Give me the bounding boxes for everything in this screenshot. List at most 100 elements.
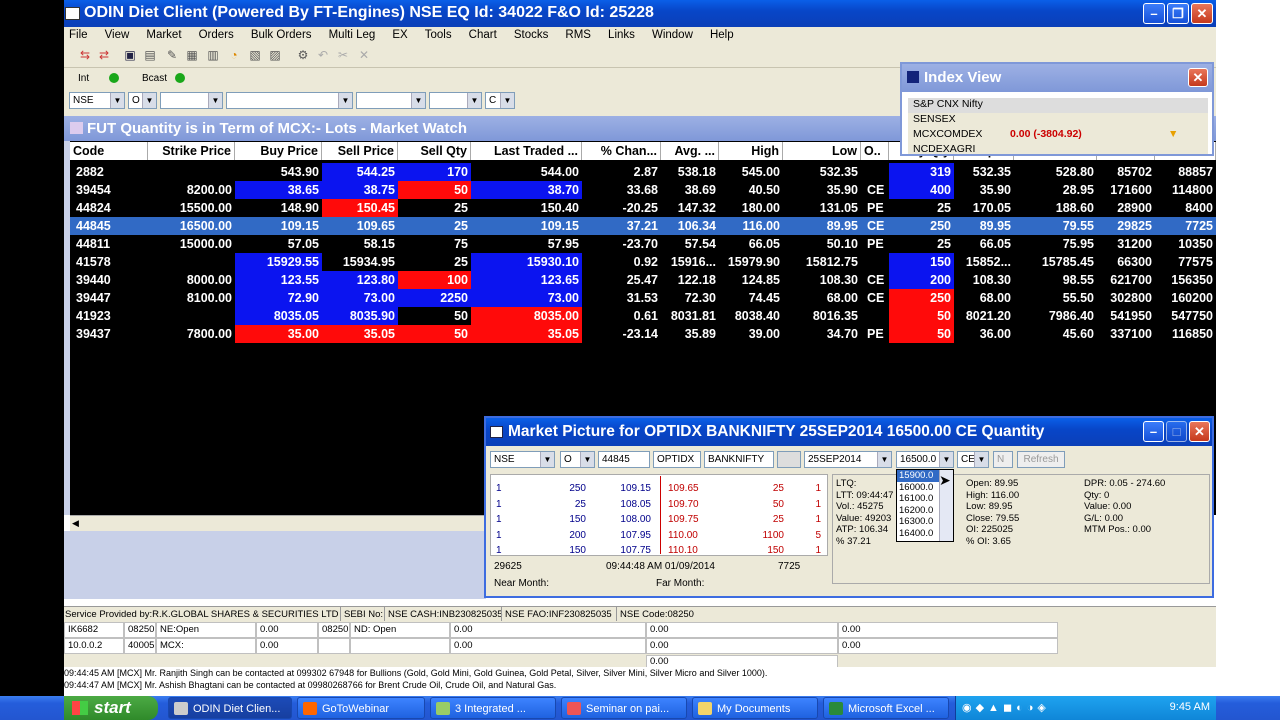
market-watch-cell[interactable]: 39447 xyxy=(70,289,148,307)
market-watch-cell[interactable]: 35.00 xyxy=(235,325,322,343)
bid-cell[interactable]: 1 xyxy=(496,528,516,543)
market-watch-cell[interactable]: 44845 xyxy=(70,217,148,235)
menu-chart[interactable]: Chart xyxy=(469,29,497,41)
market-watch-cell[interactable]: 15934.95 xyxy=(322,253,398,271)
market-watch-cell[interactable]: 39.00 xyxy=(719,325,783,343)
market-watch-cell[interactable]: 0.92 xyxy=(582,253,661,271)
market-watch-cell[interactable]: 100 xyxy=(398,271,471,289)
market-watch-cell[interactable]: 34.70 xyxy=(783,325,861,343)
index-row[interactable]: S&P CNX Nifty xyxy=(908,98,1208,113)
market-watch-cell[interactable]: 79.55 xyxy=(1014,217,1097,235)
market-watch-cell[interactable]: 8000.00 xyxy=(148,271,235,289)
market-watch-cell[interactable]: 8035.00 xyxy=(471,307,582,325)
market-watch-cell[interactable]: 89.95 xyxy=(954,217,1014,235)
market-watch-cell[interactable]: 400 xyxy=(889,181,954,199)
market-watch-cell[interactable]: 28.95 xyxy=(1014,181,1097,199)
col-buy-price[interactable]: Buy Price xyxy=(235,142,322,160)
market-watch-cell[interactable]: 98.55 xyxy=(1014,271,1097,289)
market-watch-cell[interactable]: 44811 xyxy=(70,235,148,253)
market-watch-cell[interactable]: 15000.00 xyxy=(148,235,235,253)
bid-cell[interactable]: 1 xyxy=(496,497,516,512)
market-watch-cell[interactable]: 40.50 xyxy=(719,181,783,199)
market-watch-cell[interactable]: 538.18 xyxy=(661,163,719,181)
index-row[interactable]: MCXCOMDEX 0.00 (-3804.92) ▼ xyxy=(908,128,1208,143)
market-watch-cell[interactable]: 15916... xyxy=(661,253,719,271)
market-watch-cell[interactable]: 15979.90 xyxy=(719,253,783,271)
bid-cell[interactable]: 1 xyxy=(496,481,516,496)
bid-cell[interactable]: 25 xyxy=(541,497,586,512)
col-last-traded[interactable]: Last Traded ... xyxy=(471,142,582,160)
bid-cell[interactable]: 107.95 xyxy=(596,528,651,543)
market-watch-cell[interactable]: 72.90 xyxy=(235,289,322,307)
market-watch-cell[interactable]: PE xyxy=(861,199,889,217)
start-button[interactable]: start xyxy=(64,696,158,720)
menu-file[interactable]: File xyxy=(69,29,88,41)
market-watch-cell[interactable]: 547750 xyxy=(1155,307,1216,325)
col-sell-qty[interactable]: Sell Qty xyxy=(398,142,471,160)
col-strike-price[interactable]: Strike Price xyxy=(148,142,235,160)
market-watch-cell[interactable]: 543.90 xyxy=(235,163,322,181)
mp-symbol-field[interactable]: BANKNIFTY xyxy=(704,451,774,468)
market-watch-cell[interactable]: 41578 xyxy=(70,253,148,271)
cancel-icon[interactable]: ✕ xyxy=(357,48,371,62)
close-button[interactable]: ✕ xyxy=(1191,3,1213,24)
market-watch-cell[interactable]: 29825 xyxy=(1097,217,1155,235)
mp-strike-select[interactable]: 16500.0 ▼ xyxy=(896,451,954,468)
market-watch-cell[interactable]: 50 xyxy=(889,307,954,325)
market-watch-cell[interactable]: 35.90 xyxy=(954,181,1014,199)
market-watch-cell[interactable]: 8021.20 xyxy=(954,307,1014,325)
menu-orders[interactable]: Orders xyxy=(199,29,234,41)
market-watch-cell[interactable]: 8035.05 xyxy=(235,307,322,325)
mp-refresh-button[interactable]: Refresh xyxy=(1017,451,1065,468)
market-watch-cell[interactable]: 116850 xyxy=(1155,325,1216,343)
ask-cell[interactable]: 1 xyxy=(791,543,821,558)
market-watch-cell[interactable]: 31200 xyxy=(1097,235,1155,253)
index-view-close-button[interactable]: ✕ xyxy=(1188,68,1208,87)
col-pct-change[interactable]: % Chan... xyxy=(582,142,661,160)
exchange-select[interactable]: NSE ▼ xyxy=(69,92,125,109)
ask-cell[interactable]: 109.65 xyxy=(668,481,708,496)
market-watch-cell[interactable]: 160200 xyxy=(1155,289,1216,307)
market-watch-cell[interactable]: 15812.75 xyxy=(783,253,861,271)
market-watch-cell[interactable]: 50 xyxy=(889,325,954,343)
market-watch-cell[interactable]: 35.05 xyxy=(322,325,398,343)
market-watch-cell[interactable]: 25 xyxy=(889,199,954,217)
market-watch-cell[interactable]: 150 xyxy=(889,253,954,271)
taskbar-item-my-documents[interactable]: My Documents xyxy=(692,697,818,719)
market-watch-cell[interactable]: 68.00 xyxy=(783,289,861,307)
scroll-left-arrow-icon[interactable]: ◀ xyxy=(72,518,79,529)
market-watch-cell[interactable]: 25 xyxy=(398,253,471,271)
ask-cell[interactable]: 109.75 xyxy=(668,512,708,527)
market-watch-cell[interactable]: 50.10 xyxy=(783,235,861,253)
market-watch-cell[interactable]: 147.32 xyxy=(661,199,719,217)
market-watch-cell[interactable]: 532.35 xyxy=(954,163,1014,181)
market-watch-cell[interactable]: 25 xyxy=(398,217,471,235)
settings-icon[interactable]: ⚙ xyxy=(296,48,310,62)
market-watch-cell[interactable]: 50 xyxy=(398,307,471,325)
market-watch-cell[interactable]: 124.85 xyxy=(719,271,783,289)
bid-cell[interactable]: 150 xyxy=(541,512,586,527)
portfolio-icon[interactable]: ▥ xyxy=(206,48,220,62)
mp-expiry-select[interactable]: 25SEP2014 ▼ xyxy=(804,451,892,468)
market-watch-cell[interactable]: 15500.00 xyxy=(148,199,235,217)
market-picture-maximize[interactable]: □ xyxy=(1166,421,1187,442)
market-watch-cell[interactable]: 108.30 xyxy=(783,271,861,289)
ask-cell[interactable]: 1 xyxy=(791,512,821,527)
market-watch-cell[interactable]: 250 xyxy=(889,217,954,235)
menu-bulk-orders[interactable]: Bulk Orders xyxy=(251,29,312,41)
market-watch-cell[interactable]: 8100.00 xyxy=(148,289,235,307)
market-watch-cell[interactable]: 180.00 xyxy=(719,199,783,217)
save-icon[interactable]: ▣ xyxy=(123,48,137,62)
ask-cell[interactable]: 25 xyxy=(726,481,784,496)
col-sell-price[interactable]: Sell Price xyxy=(322,142,398,160)
bid-cell[interactable]: 250 xyxy=(541,481,586,496)
market-watch-cell[interactable] xyxy=(861,163,889,181)
market-watch-cell[interactable]: 15929.55 xyxy=(235,253,322,271)
market-watch-cell[interactable] xyxy=(148,163,235,181)
market-watch-cell[interactable]: 36.00 xyxy=(954,325,1014,343)
market-watch-cell[interactable] xyxy=(861,253,889,271)
market-watch-cell[interactable]: 45.60 xyxy=(1014,325,1097,343)
market-watch-cell[interactable]: 55.50 xyxy=(1014,289,1097,307)
undo-icon[interactable]: ↶ xyxy=(316,48,330,62)
market-watch-cell[interactable]: 114800 xyxy=(1155,181,1216,199)
